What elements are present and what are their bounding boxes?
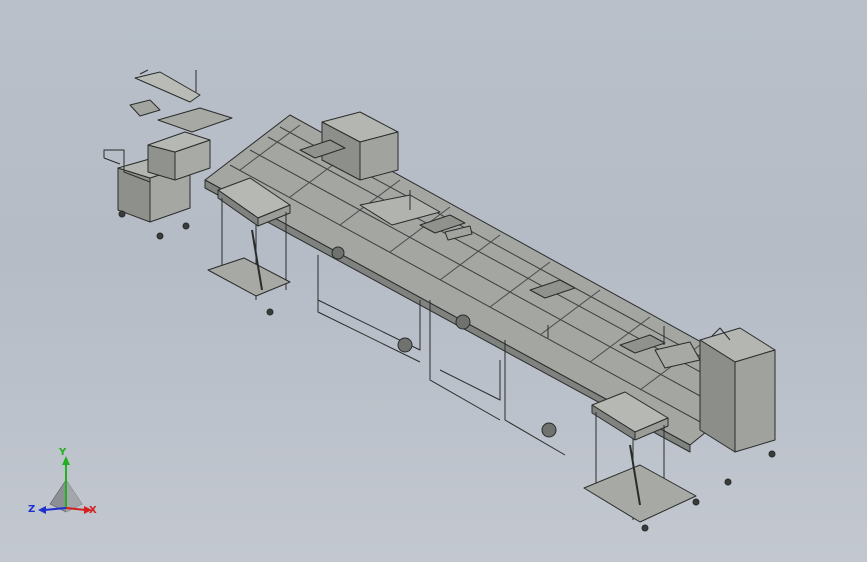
graphics-viewport[interactable]: Y Z X	[0, 0, 867, 562]
x-axis-label: X	[89, 505, 97, 516]
front-left-stand	[207, 177, 291, 316]
conveyor-bed	[204, 114, 771, 453]
z-axis-arrow	[38, 506, 46, 514]
feeder-station	[103, 69, 233, 240]
assembly-model[interactable]	[0, 0, 867, 562]
triad-graphic	[38, 456, 92, 514]
reference-triad[interactable]: Y Z X	[26, 448, 106, 528]
y-axis-label: Y	[59, 447, 67, 458]
z-axis-label: Z	[28, 504, 36, 515]
